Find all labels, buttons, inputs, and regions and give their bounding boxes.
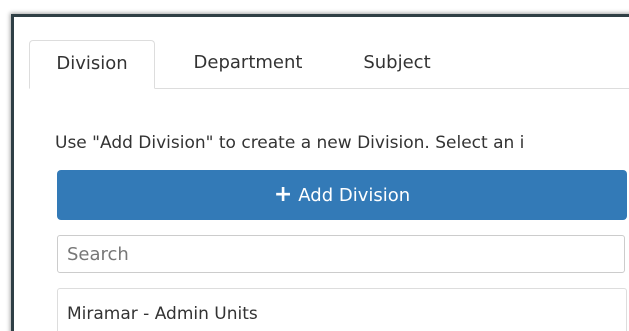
tab-division[interactable]: Division bbox=[29, 40, 155, 89]
add-division-label: Add Division bbox=[298, 184, 411, 206]
tab-bar: Division Department Subject bbox=[29, 40, 629, 89]
add-division-button[interactable]: + Add Division bbox=[57, 170, 627, 220]
tab-department[interactable]: Department bbox=[183, 40, 313, 88]
tab-subject[interactable]: Subject bbox=[354, 40, 440, 88]
search-input[interactable] bbox=[57, 235, 625, 273]
plus-icon: + bbox=[273, 182, 293, 207]
list-item[interactable]: Miramar - Admin Units bbox=[57, 288, 627, 331]
division-panel: Division Department Subject Use "Add Div… bbox=[11, 14, 629, 331]
instructions-text: Use "Add Division" to create a new Divis… bbox=[55, 133, 525, 153]
app-stage: Division Department Subject Use "Add Div… bbox=[0, 0, 629, 331]
